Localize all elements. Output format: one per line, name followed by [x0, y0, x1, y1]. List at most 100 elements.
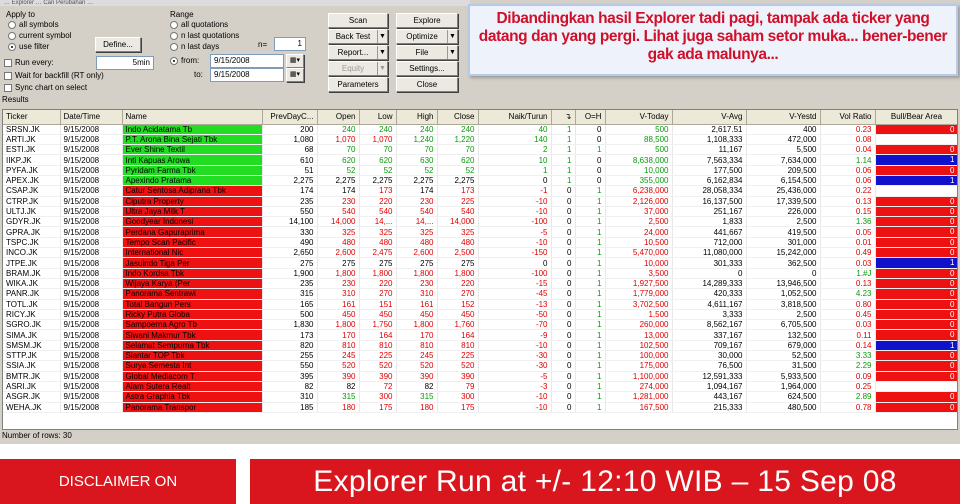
dropdown-arrow-icon[interactable]: ▼ [447, 30, 457, 43]
run-every-checkbox[interactable] [4, 59, 12, 67]
table-row[interactable]: BRAM.JK 9/15/2008 Indo Kordsa Tbk 1,900 1,80… [3, 268, 957, 279]
value-cell: 6,154,500 [746, 175, 821, 187]
column-header[interactable]: PrevDayC... [262, 110, 318, 125]
table-row[interactable]: TOTL.JK 9/15/2008 Total Bangun Pers 165 161 1… [3, 299, 957, 310]
table-row[interactable]: IIKP.JK 9/15/2008 Inti Kapuas Arowa 610 620 6… [3, 154, 957, 166]
table-row[interactable]: STTP.JK 9/15/2008 Siantar TOP Tbk 255 245 225… [3, 350, 957, 362]
define-button[interactable]: Define... [95, 37, 141, 52]
date-cell: 9/15/2008 [60, 154, 123, 166]
column-header[interactable]: Open [317, 110, 360, 125]
value-cell: 0 [551, 329, 576, 341]
stock-name-cell: Wijaya Karya (Per [122, 278, 263, 290]
dropdown-arrow-icon[interactable]: ▼ [447, 46, 457, 59]
table-row[interactable]: TSPC.JK 9/15/2008 Tempo Scan Pacific 490 480… [3, 237, 957, 249]
value-cell: -10 [478, 237, 552, 249]
value-cell: 1 [575, 391, 606, 403]
value-cell: 82 [317, 381, 360, 393]
table-row[interactable]: WEHA.JK 9/15/2008 Panorama Transpor 185 180 1… [3, 402, 957, 413]
from-date-field[interactable]: 9/15/2008 [210, 54, 284, 68]
column-header[interactable]: V-Yestd [746, 110, 821, 125]
sync-chart-checkbox[interactable] [4, 84, 12, 92]
n-value-field[interactable]: 1 [274, 37, 306, 51]
optimize-button[interactable]: Optimize ▼ [396, 29, 458, 44]
n-equals-label: n= [258, 40, 268, 49]
value-cell: -1 [478, 185, 552, 197]
report-button[interactable]: Report... ▼ [328, 45, 388, 60]
column-header[interactable]: V-Today [605, 110, 673, 125]
column-header[interactable]: O=H [575, 110, 606, 125]
value-cell: 310 [262, 391, 318, 403]
results-grid[interactable]: Ticker Date/Time Name PrevDayC... Open Low Hig… [2, 109, 958, 430]
value-cell: 1,779,000 [605, 288, 673, 300]
value-cell: 0 [551, 268, 576, 279]
dropdown-arrow-icon[interactable]: ▼ [377, 62, 387, 75]
table-row[interactable]: PANR.JK 9/15/2008 Panorama Sentrawi 315 310 2… [3, 288, 957, 300]
n-last-quotations-radio[interactable] [170, 32, 178, 40]
stock-name-cell: Ultra Jaya Milk T [122, 206, 263, 218]
table-row[interactable]: ASRI.JK 9/15/2008 Alam Sutera Realt 82 82 72 8… [3, 381, 957, 393]
all-quotations-radio[interactable] [170, 21, 178, 29]
table-row[interactable]: SMSM.JK 9/15/2008 Selamat Sempurna Tbk 820 8… [3, 340, 957, 352]
column-header[interactable]: Name [122, 110, 263, 125]
column-header[interactable]: Date/Time [60, 110, 123, 125]
table-row[interactable]: INCO.JK 9/15/2008 International Nic 2,650 2,… [3, 247, 957, 259]
value-cell: 1 [575, 278, 606, 290]
value-cell: 1 [575, 257, 606, 269]
table-row[interactable]: SGRO.JK 9/15/2008 Sampoerna Agro Tb 1,830 1,… [3, 319, 957, 331]
table-row[interactable]: CSAP.JK 9/15/2008 Catur Sentosa Adiprana T… [3, 185, 957, 197]
table-row[interactable]: JTPE.JK 9/15/2008 Jasuindo Tiga Per 275 275 2… [3, 257, 957, 269]
all-symbols-radio[interactable] [8, 21, 16, 29]
table-row[interactable]: BMTR.JK 9/15/2008 Global Mediacom T 395 390 3… [3, 371, 957, 382]
table-row[interactable]: SSIA.JK 9/15/2008 Surya Semesta Int 550 520 5… [3, 360, 957, 372]
scan-button[interactable]: Scan [328, 13, 388, 28]
settings-button[interactable]: Settings... [396, 61, 458, 76]
from-radio[interactable] [170, 57, 178, 65]
column-header[interactable]: Bull/Bear Area [875, 110, 957, 125]
use-filter-radio[interactable] [8, 43, 16, 51]
column-header[interactable]: Vol Ratio [820, 110, 876, 125]
table-row[interactable]: APEX.JK 9/15/2008 Apexindo Pratama 2,275 2,2… [3, 175, 957, 187]
column-header[interactable]: Naik/Turun [478, 110, 552, 125]
dropdown-arrow-icon[interactable]: ▼ [377, 30, 387, 43]
dropdown-arrow-icon[interactable]: ▼ [377, 46, 387, 59]
column-header[interactable]: Close [437, 110, 479, 125]
column-header[interactable]: Low [359, 110, 397, 125]
column-header[interactable]: V-Avg [672, 110, 747, 125]
file-button[interactable]: File ▼ [396, 45, 458, 60]
n-last-days-radio[interactable] [170, 43, 178, 51]
table-row[interactable]: WIKA.JK 9/15/2008 Wijaya Karya (Per 235 230 2… [3, 278, 957, 290]
to-date-field[interactable]: 9/15/2008 [210, 68, 284, 82]
wait-backfill-checkbox[interactable] [4, 72, 12, 80]
value-cell: 810 [359, 340, 397, 352]
bull-bear-value: 0 [950, 402, 955, 412]
table-row[interactable]: ARTI.JK 9/15/2008 P.T. Arona Bina Sejati T… [3, 134, 957, 146]
table-row[interactable]: GPRA.JK 9/15/2008 Perdana Gapuraprima 330 32… [3, 226, 957, 238]
from-calendar-button[interactable]: ▦▾ [286, 54, 304, 68]
equity-button[interactable]: Equity ▼ [328, 61, 388, 76]
value-cell: 315 [396, 391, 438, 403]
report-label: Report... [337, 48, 369, 57]
column-header[interactable]: Ticker [3, 110, 61, 125]
value-cell: -10 [478, 206, 552, 218]
value-cell: 2,275 [437, 175, 479, 187]
table-row[interactable]: ULTJ.JK 9/15/2008 Ultra Jaya Milk T 550 540 5… [3, 206, 957, 218]
table-row[interactable]: ASGR.JK 9/15/2008 Astra Graphia Tbk 310 315 3… [3, 391, 957, 403]
to-calendar-button[interactable]: ▦▾ [286, 68, 304, 82]
current-symbol-radio[interactable] [8, 32, 16, 40]
table-row[interactable]: GDYR.JK 9/15/2008 Goodyear Indonesi 14,100 1… [3, 216, 957, 228]
column-header[interactable]: High [396, 110, 438, 125]
back-test-button[interactable]: Back Test ▼ [328, 29, 388, 44]
table-row[interactable]: PYFA.JK 9/15/2008 Pyridam Farma Tbk 51 52 52 5… [3, 165, 957, 176]
table-row[interactable]: SRSN.JK 9/15/2008 Indo Acidatama Tb 200 240 2… [3, 124, 957, 135]
all-symbols-label: all symbols [19, 20, 59, 29]
explore-button[interactable]: Explore [396, 13, 458, 28]
close-button[interactable]: Close [396, 77, 458, 92]
bull-bear-cell: 0 [875, 196, 957, 207]
table-row[interactable]: RICY.JK 9/15/2008 Ricky Putra Globa 500 450 4… [3, 309, 957, 321]
table-row[interactable]: ESTI.JK 9/15/2008 Ever Shine Textil 68 70 70 7… [3, 144, 957, 156]
column-header[interactable]: ↴ [551, 110, 576, 125]
table-row[interactable]: CTRP.JK 9/15/2008 Ciputra Property 235 230 22… [3, 196, 957, 207]
table-row[interactable]: SIMA.JK 9/15/2008 Siwani Makmur Tbk 173 170 1… [3, 329, 957, 341]
run-every-field[interactable]: 5min [96, 56, 154, 70]
parameters-button[interactable]: Parameters [328, 77, 388, 92]
